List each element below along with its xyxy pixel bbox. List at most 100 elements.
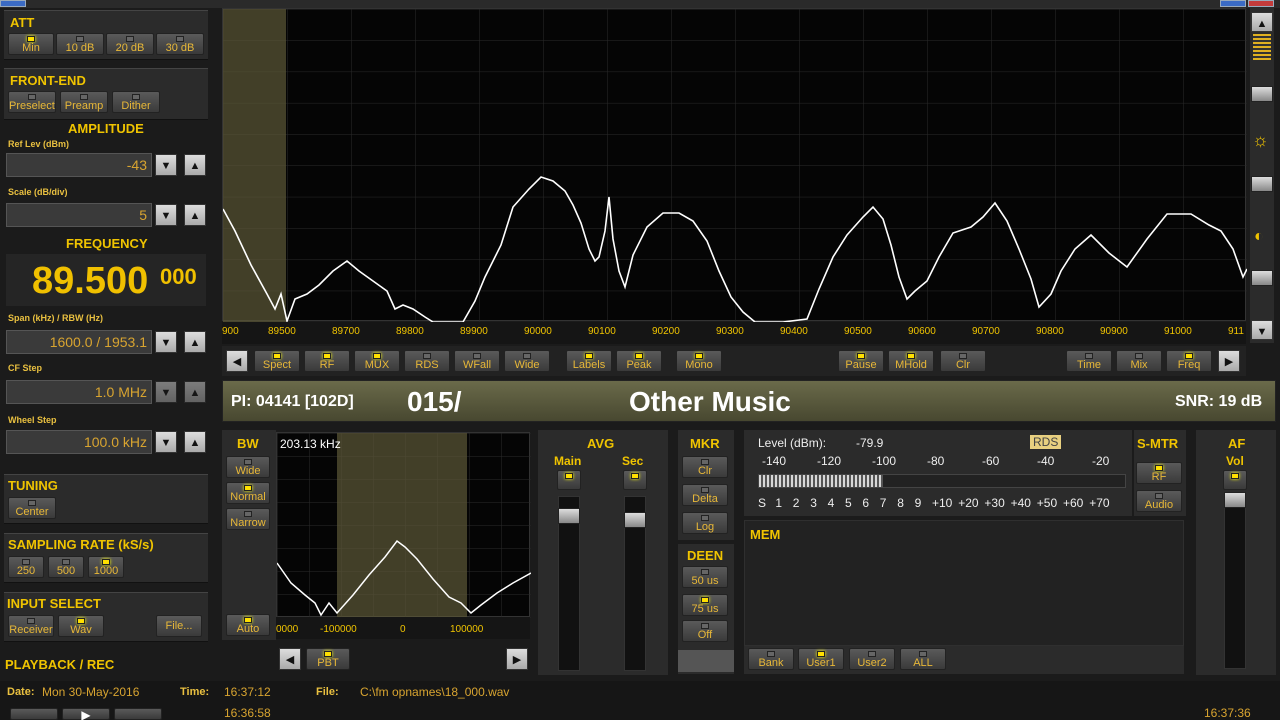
rate-500-button[interactable]: 500: [48, 556, 84, 578]
cf-step-down-arrow-icon[interactable]: ▼: [155, 381, 177, 403]
spectrum-pause-button[interactable]: Pause: [838, 350, 884, 372]
mkr-delta-button[interactable]: Delta: [682, 484, 728, 506]
brightness-handle[interactable]: [1251, 176, 1273, 192]
spectrum-left-arrow-icon[interactable]: ◀: [226, 350, 248, 372]
play-icon[interactable]: ▶: [62, 708, 110, 720]
spectrum-clr-button[interactable]: Clr: [940, 350, 986, 372]
avg-sec-slider-handle[interactable]: [624, 512, 646, 528]
spectrum-peak-button[interactable]: Peak: [616, 350, 662, 372]
stop-button[interactable]: [10, 708, 58, 720]
brightness-icon[interactable]: ☼: [1252, 130, 1269, 151]
spectrum-tick-label: 90700: [972, 326, 1000, 337]
rate-250-button[interactable]: 250: [8, 556, 44, 578]
file-path: C:\fm opnames\18_000.wav: [360, 685, 510, 699]
preselector-button[interactable]: Preselector: [8, 91, 56, 113]
tuning-panel: TUNING Center: [4, 474, 208, 524]
spectrum-rds-button[interactable]: RDS: [404, 350, 450, 372]
record-button[interactable]: [114, 708, 162, 720]
span-up-arrow-icon[interactable]: ▲: [184, 331, 206, 353]
spectrum-right-arrow-icon[interactable]: ▶: [1218, 350, 1240, 372]
scale-up-arrow-icon[interactable]: ▲: [184, 204, 206, 226]
amplitude-title: AMPLITUDE: [68, 121, 144, 136]
contrast-handle[interactable]: [1251, 270, 1273, 286]
span-down-arrow-icon[interactable]: ▼: [155, 331, 177, 353]
spectrum-display[interactable]: [222, 8, 1248, 324]
att-20db-button[interactable]: 20 dB: [106, 33, 154, 55]
if-axis: 0000 -100000 0 100000: [276, 617, 530, 639]
spectrum-scroll-handle[interactable]: [1251, 86, 1273, 102]
scroll-up-arrow-icon[interactable]: ▲: [1251, 12, 1273, 32]
contrast-icon[interactable]: ◐: [1254, 228, 1264, 246]
span-field[interactable]: 1600.0 / 1953.1: [6, 330, 152, 354]
bw-title: BW: [237, 436, 259, 451]
scale-down-arrow-icon[interactable]: ▼: [155, 204, 177, 226]
frequency-display[interactable]: 89.500 000: [6, 254, 206, 306]
bw-narrow-button[interactable]: Narrow: [226, 508, 270, 530]
mem-user1-button[interactable]: User1: [798, 648, 844, 670]
spectrum-rf-button[interactable]: RF: [304, 350, 350, 372]
bw-normal-button[interactable]: Normal: [226, 482, 270, 504]
smtr-rf-button[interactable]: RF: [1136, 462, 1182, 484]
spectrum-mix-button[interactable]: Mix: [1116, 350, 1162, 372]
ref-level-down-arrow-icon[interactable]: ▼: [155, 154, 177, 176]
mem-bank-button[interactable]: Bank: [748, 648, 794, 670]
app-icon[interactable]: [0, 0, 26, 7]
att-min-button[interactable]: Min: [8, 33, 54, 55]
mem-user2-button[interactable]: User2: [849, 648, 895, 670]
file-button[interactable]: File...: [156, 615, 202, 637]
deen-50us-button[interactable]: 50 us: [682, 566, 728, 588]
ref-level-field[interactable]: -43: [6, 153, 152, 177]
bw-auto-button[interactable]: Auto: [226, 614, 270, 636]
deen-75us-button[interactable]: 75 us: [682, 594, 728, 616]
af-vol-slider-handle[interactable]: [1224, 492, 1246, 508]
spectrum-time-button[interactable]: Time: [1066, 350, 1112, 372]
avg-main-toggle[interactable]: [557, 470, 581, 490]
close-button[interactable]: [1248, 0, 1274, 7]
af-vol-toggle[interactable]: [1223, 470, 1247, 490]
cf-step-up-arrow-icon[interactable]: ▲: [184, 381, 206, 403]
scroll-down-arrow-icon[interactable]: ▼: [1251, 320, 1273, 340]
spectrum-mhold-button[interactable]: MHold: [888, 350, 934, 372]
mkr-clr-button[interactable]: Clr: [682, 456, 728, 478]
smtr-audio-button[interactable]: Audio: [1136, 490, 1182, 512]
bw-wide-button[interactable]: Wide: [226, 456, 270, 478]
frequency-main: 89.500: [32, 260, 149, 302]
preamp-button[interactable]: Preamp: [60, 91, 108, 113]
minimize-button[interactable]: [1220, 0, 1246, 7]
center-button[interactable]: Center: [8, 497, 56, 519]
if-spectrum-plot: [276, 433, 532, 618]
cf-step-field[interactable]: 1.0 MHz: [6, 380, 152, 404]
spectrum-mux-button[interactable]: MUX: [354, 350, 400, 372]
spectrum-labels-button[interactable]: Labels: [566, 350, 612, 372]
deen-off-button[interactable]: Off: [682, 620, 728, 642]
input-panel: INPUT SELECT Receiver Wav File...: [4, 592, 208, 642]
wheel-step-down-arrow-icon[interactable]: ▼: [155, 431, 177, 453]
spectrum-wfall-button[interactable]: WFall: [454, 350, 500, 372]
avg-main-slider-handle[interactable]: [558, 508, 580, 524]
spectrum-mono-button[interactable]: Mono: [676, 350, 722, 372]
pbt-left-arrow-icon[interactable]: ◀: [279, 648, 301, 670]
ref-level-up-arrow-icon[interactable]: ▲: [184, 154, 206, 176]
dither-button[interactable]: Dither: [112, 91, 160, 113]
if-spectrum-display[interactable]: [276, 432, 532, 618]
spectrum-freq-button[interactable]: Freq: [1166, 350, 1212, 372]
rate-1000-button[interactable]: 1000: [88, 556, 124, 578]
receiver-button[interactable]: Receiver: [8, 615, 54, 637]
avg-sec-toggle[interactable]: [623, 470, 647, 490]
att-30db-button[interactable]: 30 dB: [156, 33, 204, 55]
pbt-button[interactable]: PBT: [306, 648, 350, 670]
pbt-right-arrow-icon[interactable]: ▶: [506, 648, 528, 670]
frontend-title: FRONT-END: [10, 73, 86, 88]
att-10db-button[interactable]: 10 dB: [56, 33, 104, 55]
af-vol-slider[interactable]: [1224, 494, 1246, 669]
wheel-step-up-arrow-icon[interactable]: ▲: [184, 431, 206, 453]
spectrum-spect-button[interactable]: Spect: [254, 350, 300, 372]
wav-button[interactable]: Wav: [58, 615, 104, 637]
mkr-log-button[interactable]: Log: [682, 512, 728, 534]
mem-all-button[interactable]: ALL: [900, 648, 946, 670]
spectrum-tick-label: 911: [1228, 326, 1244, 337]
wheel-step-field[interactable]: 100.0 kHz: [6, 430, 152, 454]
spectrum-wide-button[interactable]: Wide: [504, 350, 550, 372]
spectrum-side-scroll[interactable]: ▲ ☼ ◐ ▼: [1250, 8, 1274, 343]
scale-field[interactable]: 5: [6, 203, 152, 227]
